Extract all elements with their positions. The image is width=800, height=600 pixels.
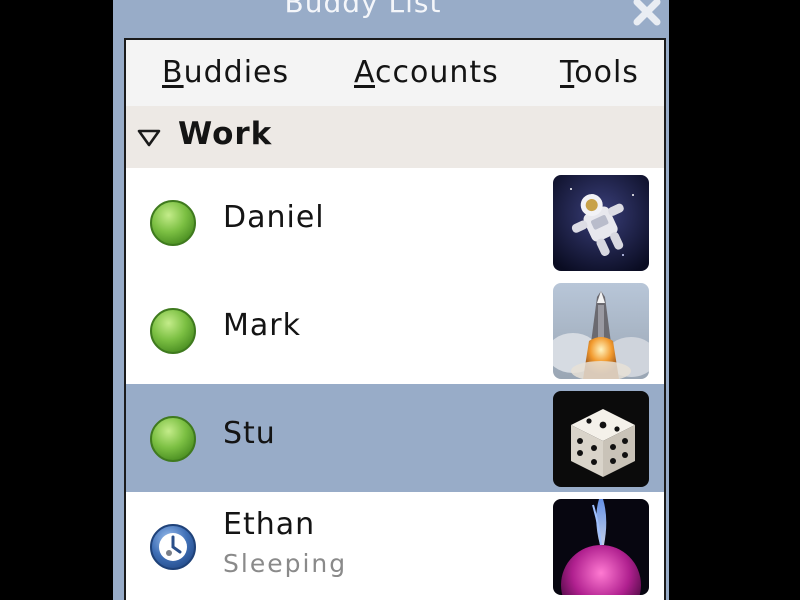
window-title: Buddy List: [284, 0, 442, 19]
menu-label: ools: [574, 55, 639, 90]
dice-avatar: [553, 391, 649, 487]
menu-bar: Buddies Accounts Tools: [126, 40, 664, 106]
buddy-row[interactable]: Stu: [126, 384, 664, 492]
menu-tools[interactable]: Tools: [560, 55, 639, 90]
title-bar[interactable]: Buddy List: [113, 0, 669, 38]
buddy-status-message: Sleeping: [223, 549, 348, 578]
group-label: Work: [178, 116, 273, 152]
buddy-row[interactable]: Ethan Sleeping: [126, 492, 664, 600]
menu-buddies[interactable]: Buddies: [162, 55, 289, 90]
buddy-name: Daniel: [223, 200, 325, 235]
buddy-row[interactable]: Daniel: [126, 168, 664, 276]
menu-accounts[interactable]: Accounts: [354, 55, 499, 90]
buddy-list: Daniel Mark Stu Ethan Sleeping: [126, 168, 664, 600]
close-button[interactable]: [629, 0, 665, 30]
triangle-down-icon[interactable]: [136, 128, 162, 152]
buddy-name: Stu: [223, 416, 276, 451]
buddy-name: Mark: [223, 308, 301, 343]
group-header-work[interactable]: Work: [126, 106, 664, 168]
buddy-list-panel: Buddies Accounts Tools Work Daniel Mark …: [124, 38, 666, 600]
close-icon: [633, 0, 661, 26]
menu-mnemonic: B: [162, 55, 184, 90]
available-status-icon: [149, 415, 197, 463]
buddy-list-window-frame: Buddy List Buddies Accounts Tools Work D…: [113, 0, 669, 600]
buddy-row[interactable]: Mark: [126, 276, 664, 384]
menu-mnemonic: A: [354, 55, 375, 90]
available-status-icon: [149, 199, 197, 247]
astronaut-avatar: [553, 175, 649, 271]
shuttle-launch-avatar: [553, 283, 649, 379]
buddy-name: Ethan: [223, 507, 316, 542]
menu-label: uddies: [183, 55, 290, 90]
menu-label: ccounts: [375, 55, 499, 90]
plasma-avatar: [553, 499, 649, 595]
away-clock-icon: [149, 523, 197, 571]
menu-mnemonic: T: [560, 55, 575, 90]
available-status-icon: [149, 307, 197, 355]
